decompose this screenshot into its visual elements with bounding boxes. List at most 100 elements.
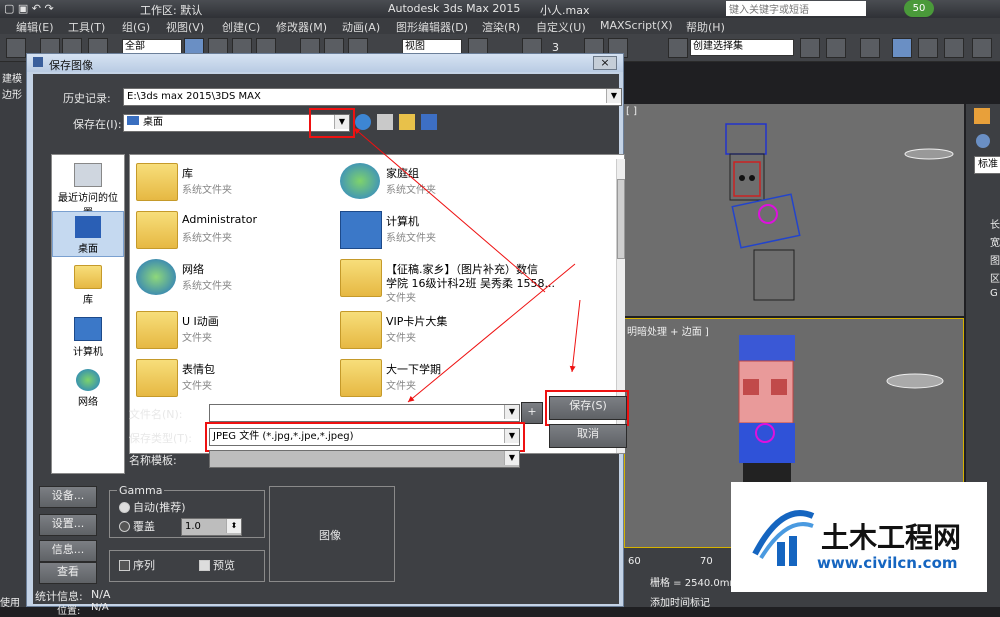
devices-button[interactable]: 设备... xyxy=(39,486,97,508)
network-icon xyxy=(76,369,100,391)
menu-item-0[interactable]: 编辑(E) xyxy=(16,19,54,35)
desktop-icon xyxy=(75,216,101,238)
undo-icon[interactable] xyxy=(6,38,26,58)
shaded-hat-prop xyxy=(886,373,944,389)
name-template-dropdown[interactable]: ▼ xyxy=(209,450,520,468)
place-desktop[interactable]: 桌面 xyxy=(52,211,124,257)
save-in-dropdown[interactable]: 桌面 ▼ xyxy=(123,114,350,132)
cmd-item-chart[interactable]: 图 xyxy=(990,252,1000,267)
material-editor-icon[interactable] xyxy=(972,38,992,58)
dialog-app-icon xyxy=(33,57,43,67)
dialog-titlebar[interactable]: 保存图像 × xyxy=(27,54,623,72)
item-name: Administrator xyxy=(182,213,257,226)
cmd-item-region[interactable]: 区 xyxy=(990,270,1000,285)
ribbon-tab-modeling[interactable]: 建模 xyxy=(2,70,22,85)
item-type: 系统文件夹 xyxy=(386,185,436,196)
menu-item-8[interactable]: 渲染(R) xyxy=(482,19,520,35)
setup-button[interactable]: 设置... xyxy=(39,514,97,536)
recent-places-icon xyxy=(74,163,102,187)
cmd-item-length[interactable]: 长 xyxy=(990,216,1000,231)
list-item[interactable]: 【征稿.家乡】（图片补充）数信 学院 16级计科2班 吴秀柔 1558... 文… xyxy=(336,255,566,305)
network-icon xyxy=(136,259,176,295)
list-item[interactable]: 库 系统文件夹 xyxy=(132,159,362,203)
quick-access-icons[interactable]: ▢ ▣ ↶ ↷ xyxy=(4,2,54,15)
list-item[interactable]: 表情包 文件夹 xyxy=(132,355,362,399)
list-item[interactable]: 网络 系统文件夹 xyxy=(132,255,362,299)
list-item[interactable]: 家庭组 系统文件夹 xyxy=(336,159,566,203)
add-button[interactable]: + xyxy=(521,402,543,424)
cancel-button[interactable]: 取消 xyxy=(549,424,627,448)
menu-item-7[interactable]: 图形编辑器(D) xyxy=(396,19,468,35)
dialog-close-button[interactable]: × xyxy=(593,56,617,70)
chevron-down-icon: ▼ xyxy=(504,451,519,465)
list-item[interactable]: Administrator 系统文件夹 xyxy=(132,207,362,251)
cmd-item-g[interactable]: G xyxy=(990,288,998,299)
edit-named-sets-icon[interactable] xyxy=(668,38,688,58)
curve-editor-icon[interactable] xyxy=(918,38,938,58)
wire-body xyxy=(731,193,801,249)
up-folder-icon[interactable] xyxy=(377,114,393,130)
shaded-body xyxy=(739,423,795,463)
save-type-dropdown[interactable]: JPEG 文件 (*.jpg,*.jpe,*.jpeg) ▼ xyxy=(209,428,520,446)
list-item[interactable]: 计算机 系统文件夹 xyxy=(336,207,566,251)
subscription-badge[interactable]: 50 xyxy=(904,0,934,17)
item-type: 系统文件夹 xyxy=(182,281,232,292)
named-selection-dropdown[interactable]: 创建选择集 xyxy=(690,39,794,56)
object-type-dropdown[interactable]: 标准 xyxy=(974,156,1000,174)
place-network[interactable]: 网络 xyxy=(54,369,122,408)
menu-item-4[interactable]: 创建(C) xyxy=(222,19,260,35)
gamma-override-radio[interactable] xyxy=(119,521,130,532)
scrollbar-thumb[interactable] xyxy=(617,179,625,259)
view-menu-icon[interactable] xyxy=(421,114,437,130)
preview-label: 预览 xyxy=(213,559,235,572)
viewport-top[interactable]: [ ] xyxy=(624,104,964,316)
history-value: E:\3ds max 2015\3DS MAX xyxy=(127,91,261,102)
gamma-auto-radio[interactable] xyxy=(119,502,130,513)
create-tab-icon[interactable] xyxy=(974,108,990,124)
place-network-label: 网络 xyxy=(78,397,98,408)
geometry-icon[interactable] xyxy=(976,134,990,148)
menu-bar: 编辑(E) 工具(T) 组(G) 视图(V) 创建(C) 修改器(M) 动画(A) 图形编辑器… xyxy=(0,18,1000,34)
list-item[interactable]: 大一下学期 文件夹 xyxy=(336,355,566,399)
list-item[interactable]: U I动画 文件夹 xyxy=(132,307,362,351)
menu-item-2[interactable]: 组(G) xyxy=(122,19,150,35)
preview-checkbox[interactable] xyxy=(199,560,210,571)
menu-item-9[interactable]: 自定义(U) xyxy=(536,19,586,35)
place-computer[interactable]: 计算机 xyxy=(54,317,122,358)
workspace-dropdown[interactable]: 工作区: 默认 xyxy=(140,2,202,18)
history-label: 历史记录: xyxy=(63,92,111,105)
item-name: VIP卡片大集 xyxy=(386,315,448,328)
menu-item-10[interactable]: MAXScript(X) xyxy=(600,19,673,32)
new-folder-icon[interactable] xyxy=(399,114,415,130)
place-library[interactable]: 库 xyxy=(54,265,122,306)
list-item[interactable]: VIP卡片大集 文件夹 xyxy=(336,307,566,351)
sequence-label: 序列 xyxy=(133,559,155,572)
search-input[interactable]: 键入关键字或短语 xyxy=(726,1,866,16)
filename-input[interactable]: ▼ xyxy=(209,404,520,422)
menu-item-3[interactable]: 视图(V) xyxy=(166,19,204,35)
cmd-item-width[interactable]: 宽 xyxy=(990,234,1000,249)
back-icon[interactable] xyxy=(355,114,371,130)
schematic-view-icon[interactable] xyxy=(944,38,964,58)
places-bar: 最近访问的位置 桌面 库 计算机 网络 xyxy=(51,154,125,474)
timeline-tick-70: 70 xyxy=(700,556,713,567)
item-type: 文件夹 xyxy=(386,381,416,392)
layer-manager-icon[interactable] xyxy=(860,38,880,58)
menu-item-5[interactable]: 修改器(M) xyxy=(276,19,327,35)
menu-item-6[interactable]: 动画(A) xyxy=(342,19,380,35)
history-dropdown[interactable]: E:\3ds max 2015\3DS MAX ▼ xyxy=(123,88,622,106)
sequence-checkbox[interactable] xyxy=(119,560,130,571)
mirror-icon[interactable] xyxy=(800,38,820,58)
menu-item-1[interactable]: 工具(T) xyxy=(68,19,105,35)
ribbon-tab-polygon[interactable]: 边形 xyxy=(2,86,22,101)
save-button[interactable]: 保存(S) xyxy=(549,396,627,420)
library-icon xyxy=(74,265,102,289)
wire-eye-left xyxy=(739,175,745,181)
info-button[interactable]: 信息... xyxy=(39,540,97,562)
ribbon-toggle-icon[interactable] xyxy=(892,38,912,58)
app-title: Autodesk 3ds Max 2015 xyxy=(388,2,521,15)
gamma-value-spinner[interactable]: 1.0 ⬍ xyxy=(181,518,242,536)
view-button[interactable]: 查看 xyxy=(39,562,97,584)
align-icon[interactable] xyxy=(826,38,846,58)
menu-item-11[interactable]: 帮助(H) xyxy=(686,19,725,35)
